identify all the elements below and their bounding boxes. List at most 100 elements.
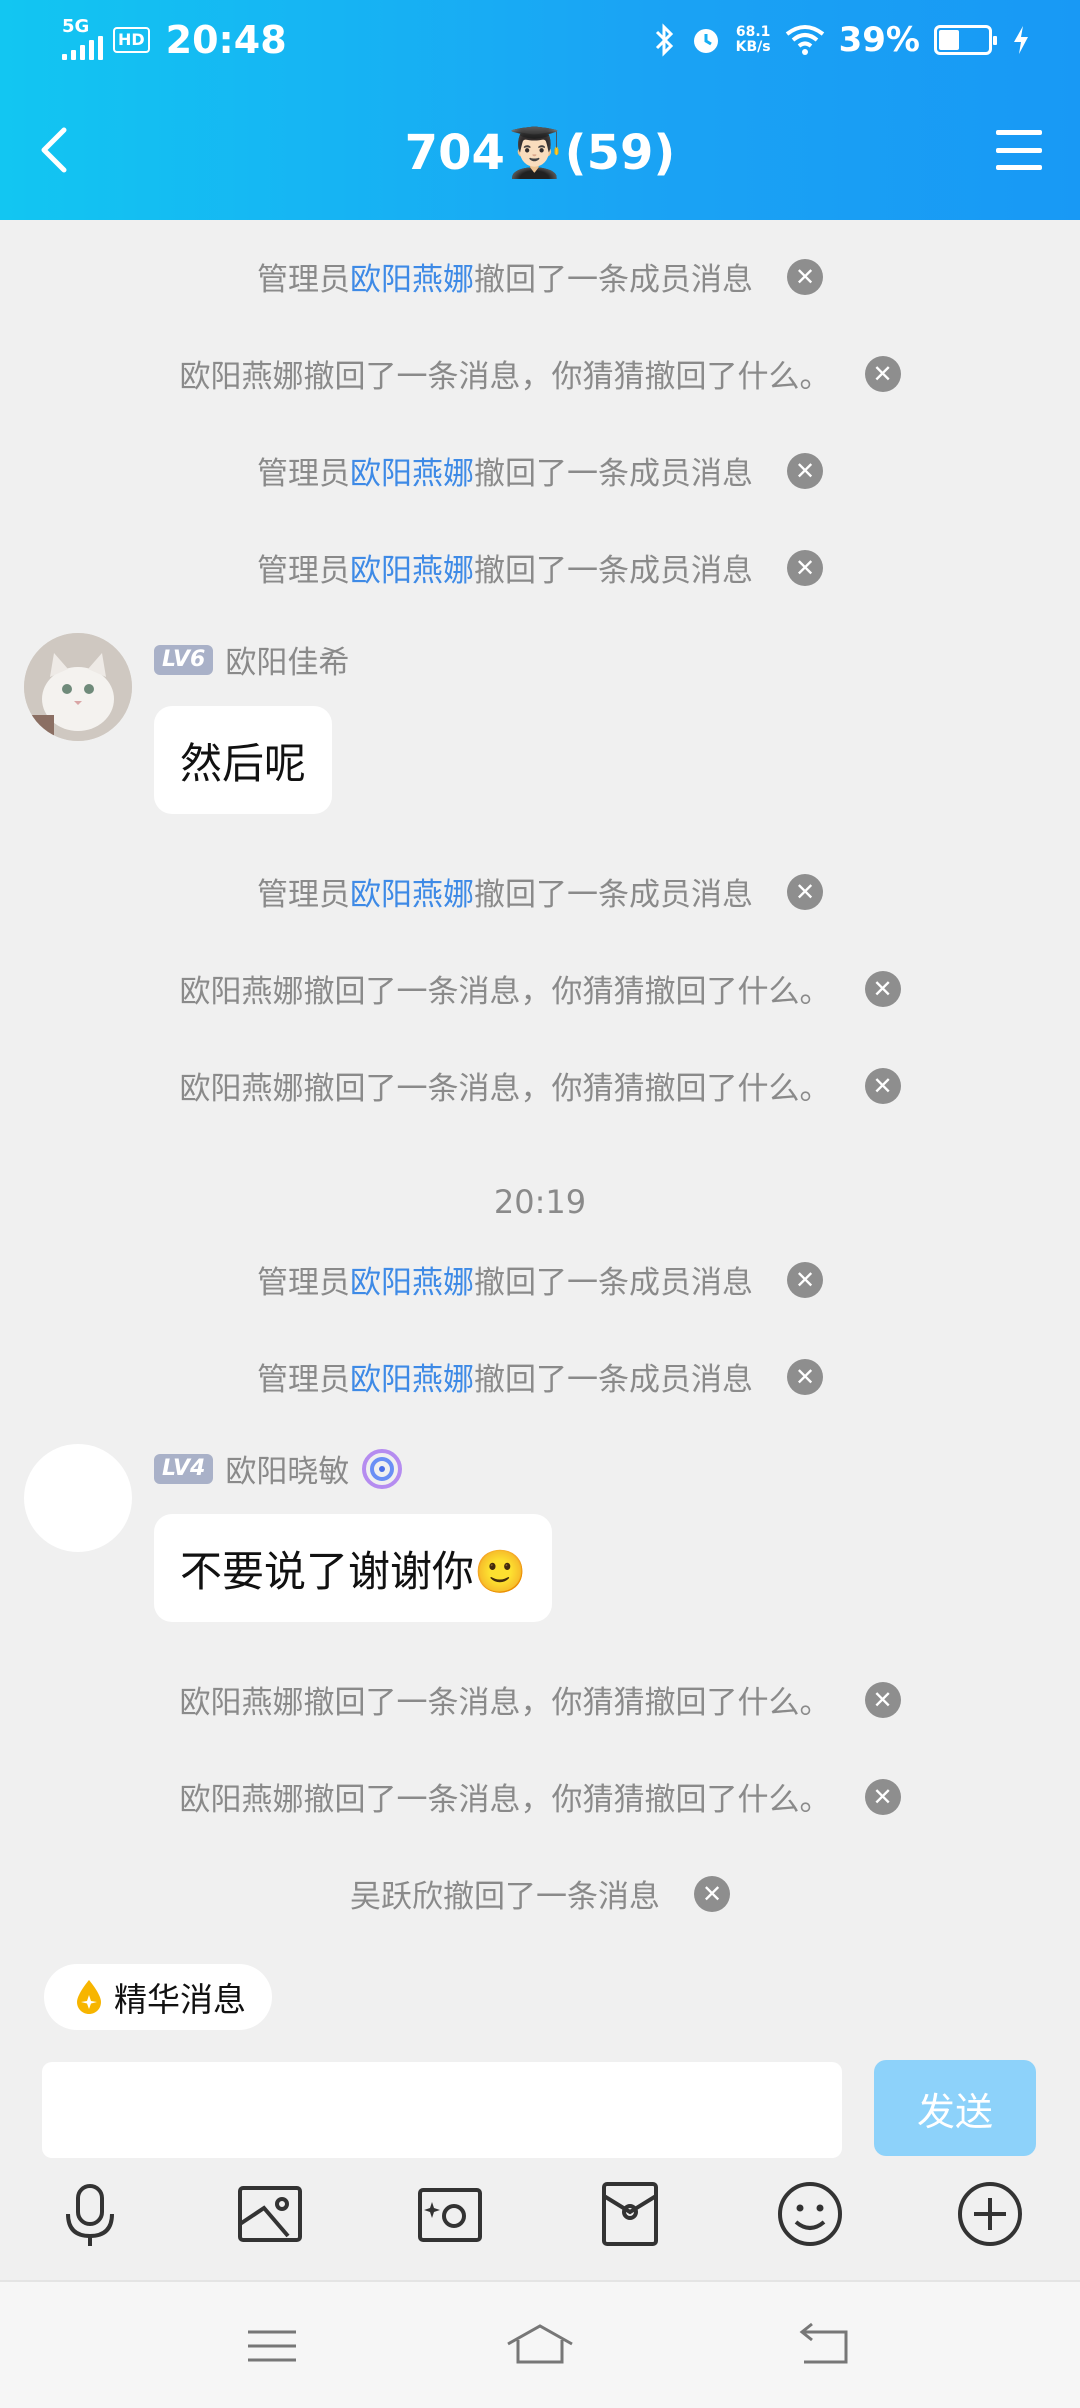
message-bubble[interactable]: 不要说了谢谢你🙂 — [154, 1514, 553, 1622]
battery-percent: 39% — [838, 20, 920, 60]
menu-button[interactable] — [996, 130, 1042, 170]
system-message: 管理员 欧阳燕娜 撤回了一条成员消息 ✕ — [0, 869, 1080, 914]
system-text: 撤回了一条成员消息 — [474, 1362, 753, 1398]
mic-icon[interactable] — [54, 2178, 126, 2250]
system-text: 撤回了一条成员消息 — [474, 456, 753, 492]
system-message: 欧阳燕娜撤回了一条消息，你猜猜撤回了什么。 ✕ — [0, 1063, 1080, 1108]
system-text: 欧阳燕娜撤回了一条消息，你猜猜撤回了什么。 — [179, 359, 831, 395]
message-input[interactable] — [42, 2062, 842, 2158]
system-text: 管理员 — [257, 553, 350, 589]
send-button[interactable]: 发送 — [874, 2060, 1036, 2156]
system-text: 管理员 — [257, 877, 350, 913]
sender-row: LV6 欧阳佳希 — [154, 637, 349, 682]
system-text: 撤回了一条成员消息 — [474, 262, 753, 298]
plus-icon[interactable] — [954, 2178, 1026, 2250]
close-icon[interactable]: ✕ — [864, 1778, 901, 1815]
admin-name-link[interactable]: 欧阳燕娜 — [350, 254, 474, 299]
close-icon[interactable]: ✕ — [864, 355, 901, 392]
signal-bars-icon — [62, 36, 103, 60]
message-bubble[interactable]: 然后呢 — [154, 706, 333, 814]
status-right: 68.1 KB/s 39% — [654, 20, 1030, 60]
network-speed: 68.1 KB/s — [736, 25, 771, 55]
wifi-icon — [785, 25, 824, 55]
menu-line — [996, 147, 1042, 153]
system-text: 管理员 — [257, 1362, 350, 1398]
status-bar: 5G HD 20:48 68.1 KB/s 39% — [0, 0, 1080, 84]
menu-icon[interactable] — [240, 2318, 304, 2374]
system-text: 欧阳燕娜撤回了一条消息，你猜猜撤回了什么。 — [179, 1685, 831, 1721]
system-text: 欧阳燕娜撤回了一条消息，你猜猜撤回了什么。 — [179, 1782, 831, 1818]
speed-value: 68.1 — [735, 24, 771, 40]
close-icon[interactable]: ✕ — [787, 549, 823, 586]
avatar[interactable] — [24, 633, 132, 741]
system-message: 吴跃欣撤回了一条消息 ✕ — [0, 1871, 1080, 1916]
status-left: 5G HD 20:48 — [62, 18, 287, 62]
battery-icon — [934, 25, 997, 55]
header: 5G HD 20:48 68.1 KB/s 39% 704👨🏻‍🎓(59) — [0, 0, 1080, 220]
admin-name-link[interactable]: 欧阳燕娜 — [350, 1354, 474, 1399]
system-message: 管理员 欧阳燕娜 撤回了一条成员消息 ✕ — [0, 448, 1080, 493]
close-icon[interactable]: ✕ — [864, 1067, 901, 1104]
admin-name-link[interactable]: 欧阳燕娜 — [350, 1257, 474, 1302]
close-icon[interactable]: ✕ — [787, 1261, 823, 1298]
camera-icon[interactable] — [414, 2178, 486, 2250]
system-text: 吴跃欣撤回了一条消息 — [350, 1879, 660, 1915]
close-icon[interactable]: ✕ — [787, 258, 823, 295]
system-message: 管理员 欧阳燕娜 撤回了一条成员消息 ✕ — [0, 1354, 1080, 1399]
close-icon[interactable]: ✕ — [694, 1875, 730, 1912]
system-navigation-bar — [0, 2280, 1080, 2408]
close-icon[interactable]: ✕ — [787, 452, 823, 489]
system-text: 管理员 — [257, 456, 350, 492]
speed-unit: KB/s — [735, 39, 771, 55]
admin-name-link[interactable]: 欧阳燕娜 — [350, 545, 474, 590]
flame-drop-icon — [77, 1980, 101, 2014]
close-icon[interactable]: ✕ — [864, 970, 901, 1007]
sender-name[interactable]: 欧阳晓敏 — [225, 1446, 349, 1491]
system-text: 欧阳燕娜撤回了一条消息，你猜猜撤回了什么。 — [179, 974, 831, 1010]
sender-name[interactable]: 欧阳佳希 — [225, 637, 349, 682]
admin-name-link[interactable]: 欧阳燕娜 — [350, 869, 474, 914]
close-icon[interactable]: ✕ — [787, 873, 823, 910]
system-text: 管理员 — [257, 262, 350, 298]
red-packet-icon[interactable] — [594, 2178, 666, 2250]
close-icon[interactable]: ✕ — [787, 1358, 823, 1395]
level-badge: LV4 — [154, 1453, 214, 1484]
toolbar — [0, 2178, 1080, 2268]
system-text: 撤回了一条成员消息 — [474, 553, 753, 589]
timestamp: 20:19 — [493, 1183, 587, 1221]
composer: 精华消息 发送 — [0, 1948, 1080, 2280]
signal-indicator: 5G — [62, 16, 103, 60]
status-time: 20:48 — [165, 18, 287, 62]
image-icon[interactable] — [234, 2178, 306, 2250]
system-message: 欧阳燕娜撤回了一条消息，你猜猜撤回了什么。 ✕ — [0, 966, 1080, 1011]
sender-row: LV4 欧阳晓敏 — [154, 1446, 403, 1491]
system-text: 撤回了一条成员消息 — [474, 1265, 753, 1301]
network-type: 5G — [62, 16, 90, 37]
home-icon[interactable] — [504, 2318, 576, 2374]
system-text: 管理员 — [257, 1265, 350, 1301]
system-message: 管理员 欧阳燕娜 撤回了一条成员消息 ✕ — [0, 254, 1080, 299]
system-message: 欧阳燕娜撤回了一条消息，你猜猜撤回了什么。 ✕ — [0, 1677, 1080, 1722]
chat-area[interactable]: 管理员 欧阳燕娜 撤回了一条成员消息 ✕ 欧阳燕娜撤回了一条消息，你猜猜撤回了什么。… — [0, 220, 1080, 1948]
featured-label: 精华消息 — [114, 1980, 246, 2019]
system-message: 管理员 欧阳燕娜 撤回了一条成员消息 ✕ — [0, 1257, 1080, 1302]
back-icon[interactable] — [792, 2318, 856, 2374]
system-text: 欧阳燕娜撤回了一条消息，你猜猜撤回了什么。 — [179, 1071, 831, 1107]
bluetooth-icon — [655, 23, 673, 57]
close-icon[interactable]: ✕ — [864, 1681, 901, 1718]
emoji-icon[interactable] — [774, 2178, 846, 2250]
charging-icon — [1014, 26, 1028, 54]
system-message: 欧阳燕娜撤回了一条消息，你猜猜撤回了什么。 ✕ — [0, 1774, 1080, 1819]
hd-badge: HD — [113, 27, 150, 53]
menu-line — [996, 165, 1042, 170]
alarm-icon — [693, 29, 718, 53]
system-message: 管理员 欧阳燕娜 撤回了一条成员消息 ✕ — [0, 545, 1080, 590]
avatar[interactable] — [24, 1444, 132, 1552]
cat-avatar-icon — [24, 633, 132, 741]
admin-name-link[interactable]: 欧阳燕娜 — [350, 448, 474, 493]
level-badge: LV6 — [154, 644, 214, 675]
system-text: 撤回了一条成员消息 — [474, 877, 753, 913]
system-message: 欧阳燕娜撤回了一条消息，你猜猜撤回了什么。 ✕ — [0, 351, 1080, 396]
featured-messages-button[interactable]: 精华消息 — [44, 1964, 272, 2030]
swirl-badge-icon — [362, 1448, 403, 1489]
